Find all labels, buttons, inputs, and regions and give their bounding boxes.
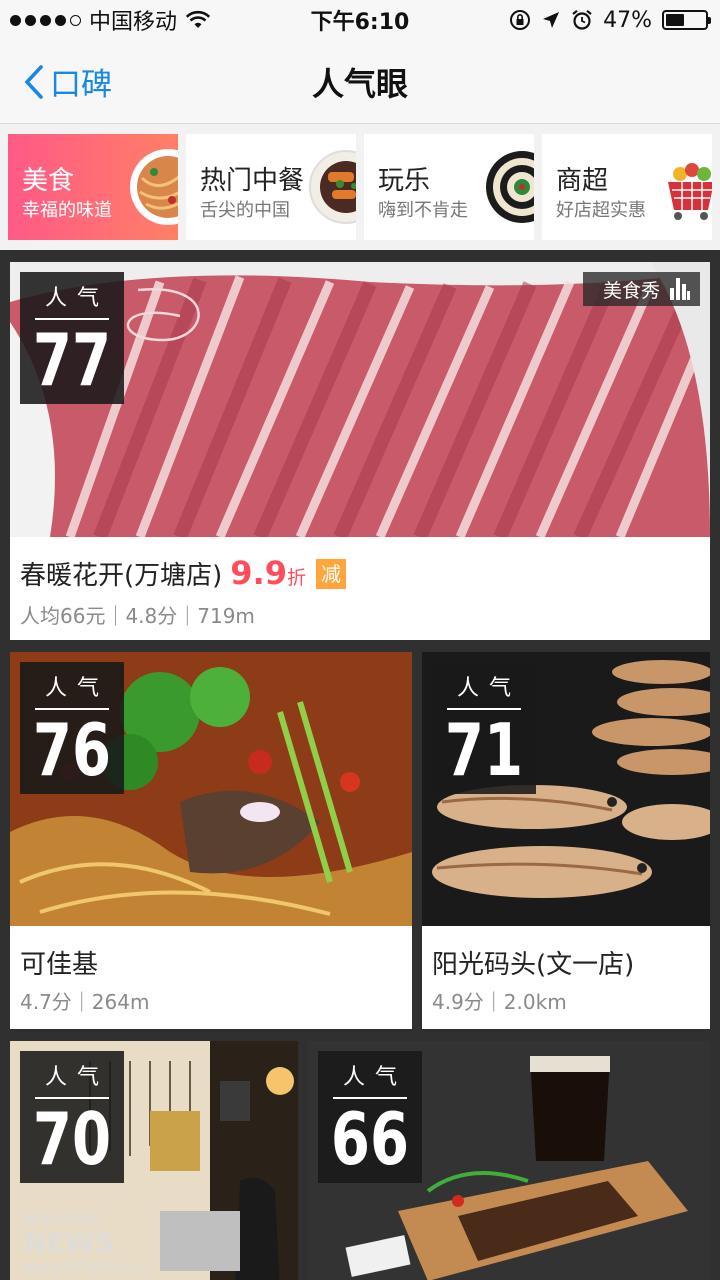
- shop-meta: 4.9分｜2.0km: [432, 990, 567, 1014]
- popularity-score: 77: [32, 318, 112, 402]
- shop-meta: 人均66元｜4.8分｜719m: [20, 604, 255, 628]
- category-subtitle: 好店超实惠: [556, 200, 646, 221]
- dartboard-icon: [486, 151, 534, 223]
- discount-value: 9.9: [230, 554, 287, 592]
- back-button[interactable]: 口碑: [0, 59, 112, 104]
- carrier-label: 中国移动: [89, 10, 178, 35]
- shop-card[interactable]: 人气 76 可佳基 4.7分｜264m: [10, 652, 412, 1029]
- popularity-label: 人气: [342, 1065, 407, 1090]
- alarm-icon: [572, 9, 592, 30]
- shop-card[interactable]: 人气 71 阳光码头(文一店) 4.9分｜2.0km: [422, 652, 710, 1029]
- popularity-label: 人气: [44, 676, 109, 701]
- chevron-left-icon: [24, 64, 43, 99]
- shop-card[interactable]: 人气 77 美食秀 春暖花开(万塘店) 9.9折减 人均66元｜4.8分｜719m: [10, 262, 710, 640]
- status-left: 中国移动: [0, 4, 211, 36]
- shop-card[interactable]: 人气 66: [308, 1041, 710, 1280]
- reduction-tag: 减: [316, 559, 346, 589]
- back-label: 口碑: [50, 67, 112, 103]
- popularity-score: 76: [32, 708, 112, 792]
- category-strip: 美食 幸福的味道 热门中餐 舌尖的中国 玩乐 嗨到不肯走 商超 好店超实惠: [0, 124, 720, 250]
- watermark-brand: 新余大新网: [24, 1210, 100, 1228]
- category-name: 热门中餐: [200, 166, 305, 196]
- shop-name: 阳光码头(文一店): [432, 950, 635, 980]
- category-tab-food[interactable]: 美食 幸福的味道: [8, 134, 178, 240]
- popularity-score-box: 人气 76: [20, 662, 124, 794]
- category-subtitle: 幸福的味道: [22, 200, 112, 221]
- battery-percent: 47%: [603, 7, 652, 33]
- popularity-score: 70: [32, 1097, 112, 1181]
- category-subtitle: 舌尖的中国: [200, 200, 290, 221]
- chinese-dish-icon: [309, 150, 356, 224]
- category-name: 商超: [556, 166, 609, 196]
- food-show-badge[interactable]: 美食秀: [582, 272, 700, 306]
- popularity-score-box: 人气 66: [318, 1051, 422, 1183]
- category-tab-entertainment[interactable]: 玩乐 嗨到不肯走: [364, 134, 534, 240]
- battery-level: [666, 14, 684, 26]
- rotation-lock-icon: [510, 10, 531, 30]
- location-arrow-icon: [543, 12, 560, 28]
- popularity-label: 人气: [44, 1065, 109, 1090]
- shop-name-row: 春暖花开(万塘店) 9.9折减: [20, 554, 346, 592]
- food-show-label: 美食秀: [602, 279, 660, 302]
- watermark: 新余大新网 NEWS www.07905.com: [24, 1208, 149, 1277]
- watermark-url: www.07905.com: [24, 1259, 149, 1277]
- status-bar: 中国移动 下午6:10 47%: [0, 0, 720, 40]
- watermark-big: NEWS: [24, 1229, 115, 1259]
- shop-card[interactable]: 人气 70 新余大新网 NEWS www.07905.com: [10, 1041, 298, 1280]
- status-right: 47%: [509, 8, 720, 33]
- popularity-label: 人气: [456, 676, 521, 701]
- shop-feed: 人气 77 美食秀 春暖花开(万塘店) 9.9折减 人均66元｜4.8分｜719m: [0, 250, 720, 1280]
- popularity-score-box: 人气 77: [20, 272, 124, 404]
- category-subtitle: 嗨到不肯走: [378, 200, 468, 221]
- category-tab-supermarket[interactable]: 商超 好店超实惠: [542, 134, 712, 240]
- noodle-bowl-icon: [130, 149, 178, 225]
- category-name: 美食: [22, 166, 75, 196]
- category-tab-chinese[interactable]: 热门中餐 舌尖的中国: [186, 134, 356, 240]
- popularity-score: 66: [330, 1097, 410, 1181]
- battery-icon: [662, 10, 711, 30]
- shop-name: 春暖花开(万塘店): [20, 561, 223, 591]
- shopping-cart-icon: [668, 163, 712, 220]
- signal-strength-icon: [10, 14, 81, 26]
- popularity-score-box: 人气 70: [20, 1051, 124, 1183]
- category-name: 玩乐: [378, 166, 431, 196]
- popularity-score-box: 人气 71: [432, 662, 536, 794]
- popularity-score: 71: [444, 708, 524, 792]
- wifi-icon: [185, 10, 211, 28]
- shop-name: 可佳基: [20, 950, 99, 980]
- discount-unit: 折: [286, 567, 306, 589]
- nav-bar: 口碑 人气眼: [0, 40, 720, 124]
- bar-chart-icon: [670, 278, 690, 300]
- shop-meta: 4.7分｜264m: [20, 990, 150, 1014]
- popularity-label: 人气: [44, 286, 109, 311]
